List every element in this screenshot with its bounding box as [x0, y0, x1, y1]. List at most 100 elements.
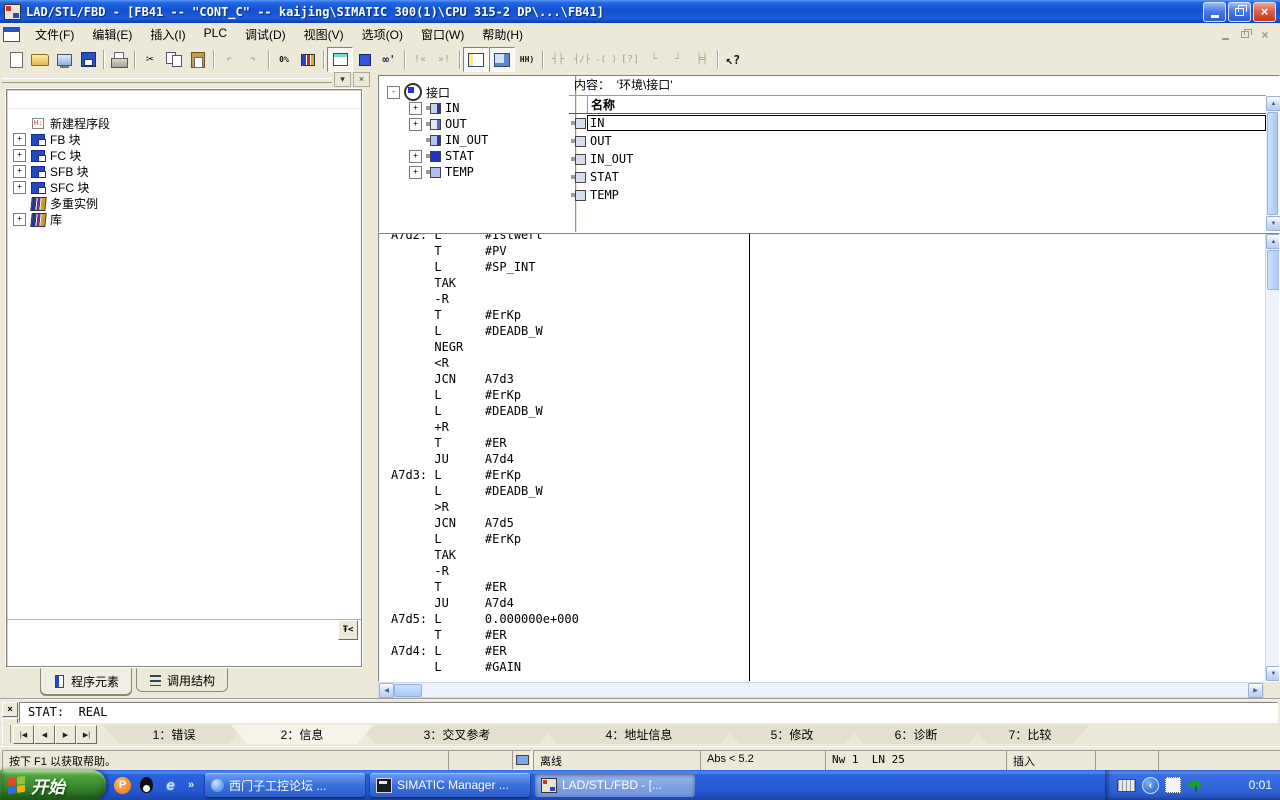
- tree-item[interactable]: 新建程序段: [13, 115, 359, 131]
- quick-launch-icon[interactable]: e: [162, 777, 179, 794]
- result-tab[interactable]: 5：修改: [723, 725, 861, 744]
- expander-icon[interactable]: +: [13, 213, 26, 226]
- tab-nav-button[interactable]: ▶: [55, 725, 76, 744]
- expander-icon[interactable]: +: [409, 102, 422, 115]
- menu-item[interactable]: 插入(I): [141, 23, 194, 46]
- result-tab[interactable]: 4：地址信息: [541, 725, 737, 744]
- toolbar-button-icon[interactable]: [186, 48, 210, 71]
- tree-item[interactable]: + FB 块: [13, 131, 359, 147]
- toolbar-button-icon[interactable]: ↖?: [721, 48, 745, 71]
- result-tab[interactable]: 1：错误: [103, 725, 245, 744]
- interface-section[interactable]: + IN: [409, 100, 575, 116]
- mdi-restore-button[interactable]: [1237, 28, 1253, 42]
- toolbar-button-icon[interactable]: ↶: [217, 48, 241, 71]
- tab-nav-button[interactable]: |◀: [13, 725, 34, 744]
- menu-item[interactable]: 文件(F): [26, 23, 83, 46]
- toolbar-button-icon[interactable]: [131, 48, 138, 71]
- toolbar-button-icon[interactable]: !«: [408, 48, 432, 71]
- collapse-overview-button[interactable]: Ŧ<: [338, 620, 358, 640]
- toolbar-button-icon[interactable]: HH): [515, 48, 539, 71]
- toolbar-button-icon[interactable]: ┤├: [546, 48, 570, 71]
- scrollbar-thumb[interactable]: [1267, 250, 1280, 290]
- scroll-up-icon[interactable]: ▲: [1266, 96, 1280, 111]
- toolbar-button-icon[interactable]: -( ): [594, 48, 618, 71]
- dock-dropdown-button[interactable]: ▾: [334, 72, 351, 87]
- expander-icon[interactable]: +: [13, 181, 26, 194]
- table-row[interactable]: OUT: [569, 132, 1266, 150]
- task-button[interactable]: SIMATIC Manager ...: [370, 773, 530, 797]
- quick-launch-icon[interactable]: P: [114, 777, 131, 794]
- dock-grip[interactable]: ▾ ×: [2, 73, 370, 86]
- menu-item[interactable]: 视图(V): [295, 23, 353, 46]
- tree-item[interactable]: 多重实例: [13, 195, 359, 211]
- toolbar-button-icon[interactable]: ╞╡: [690, 48, 714, 71]
- result-tab[interactable]: 2：信息: [231, 725, 373, 744]
- dock-tab[interactable]: 调用结构: [136, 668, 228, 692]
- quick-launch-icon[interactable]: »: [186, 777, 196, 794]
- toolbar-button-icon[interactable]: ✂: [138, 48, 162, 71]
- code-horizontal-scrollbar[interactable]: ◀ ▶: [378, 682, 1264, 698]
- dock-close-button[interactable]: ×: [353, 72, 370, 87]
- toolbar-button-icon[interactable]: [539, 48, 546, 71]
- scrollbar-thumb[interactable]: [394, 684, 422, 697]
- scroll-left-icon[interactable]: ◀: [379, 683, 394, 698]
- tree-item[interactable]: + SFC 块: [13, 179, 359, 195]
- interface-root[interactable]: - 接口: [387, 84, 575, 100]
- menu-item[interactable]: PLC: [195, 23, 236, 46]
- close-button[interactable]: ×: [1253, 2, 1276, 22]
- interface-section[interactable]: + STAT: [409, 148, 575, 164]
- toolbar-button-icon[interactable]: [353, 48, 377, 71]
- toolbar-button-icon[interactable]: [463, 47, 489, 72]
- menu-item[interactable]: 选项(O): [353, 23, 412, 46]
- toolbar-button-icon[interactable]: [327, 47, 353, 72]
- table-row[interactable]: IN: [569, 114, 1266, 132]
- task-button[interactable]: LAD/STL/FBD - [...: [535, 773, 695, 797]
- scroll-down-icon[interactable]: ▼: [1266, 666, 1280, 681]
- tab-nav-button[interactable]: ◀: [34, 725, 55, 744]
- toolbar-button-icon[interactable]: ∞': [377, 48, 401, 71]
- table-row[interactable]: STAT: [569, 168, 1266, 186]
- code-vertical-scrollbar[interactable]: ▲ ▼: [1265, 234, 1279, 681]
- toolbar-button-icon[interactable]: [401, 48, 408, 71]
- expander-icon[interactable]: +: [409, 118, 422, 131]
- tray-app-icon[interactable]: [1165, 777, 1181, 793]
- interface-section[interactable]: IN_OUT: [409, 132, 575, 148]
- tree-item[interactable]: + SFB 块: [13, 163, 359, 179]
- declaration-scrollbar[interactable]: ▲ ▼: [1266, 96, 1279, 231]
- expander-icon[interactable]: +: [13, 133, 26, 146]
- table-row[interactable]: TEMP: [569, 186, 1266, 204]
- mdi-close-button[interactable]: ×: [1257, 28, 1273, 42]
- start-button[interactable]: 开始: [0, 770, 106, 800]
- toolbar-button-icon[interactable]: [296, 48, 320, 71]
- expander-icon[interactable]: -: [387, 86, 400, 99]
- expander-icon[interactable]: +: [409, 166, 422, 179]
- menu-item[interactable]: 帮助(H): [473, 23, 532, 46]
- toolbar-button-icon[interactable]: [52, 48, 76, 71]
- restore-button[interactable]: [1228, 2, 1251, 22]
- stl-code-editor[interactable]: A7d2: L #Istwert T #PV L #SP_INT TAK -R …: [378, 233, 1280, 682]
- toolbar-button-icon[interactable]: ┤/├: [570, 48, 594, 71]
- umbrella-antivirus-icon[interactable]: [1187, 778, 1203, 792]
- tree-item[interactable]: + 库: [13, 211, 359, 227]
- quick-launch-icon[interactable]: [138, 777, 155, 794]
- output-close-button[interactable]: ×: [2, 702, 18, 717]
- keyboard-icon[interactable]: [1117, 779, 1136, 792]
- toolbar-button-icon[interactable]: »!: [432, 48, 456, 71]
- mdi-minimize-button[interactable]: [1217, 28, 1233, 42]
- result-tab[interactable]: 3：交叉参考: [359, 725, 555, 744]
- toolbar-button-icon[interactable]: [76, 48, 100, 71]
- dock-tab[interactable]: 程序元素: [40, 668, 132, 695]
- scroll-right-icon[interactable]: ▶: [1248, 683, 1263, 698]
- menu-item[interactable]: 编辑(E): [83, 23, 141, 46]
- menu-item[interactable]: 调试(D): [236, 23, 295, 46]
- toolbar-button-icon[interactable]: [456, 48, 463, 71]
- toolbar-button-icon[interactable]: [265, 48, 272, 71]
- minimize-button[interactable]: [1203, 2, 1226, 22]
- toolbar-button-icon[interactable]: [714, 48, 721, 71]
- expander-icon[interactable]: +: [13, 165, 26, 178]
- result-tab[interactable]: 6：诊断: [847, 725, 985, 744]
- menu-item[interactable]: 窗口(W): [412, 23, 473, 46]
- toolbar-button-icon[interactable]: [162, 48, 186, 71]
- toolbar-button-icon[interactable]: └: [642, 48, 666, 71]
- language-bar-icon[interactable]: ‹: [1142, 777, 1159, 794]
